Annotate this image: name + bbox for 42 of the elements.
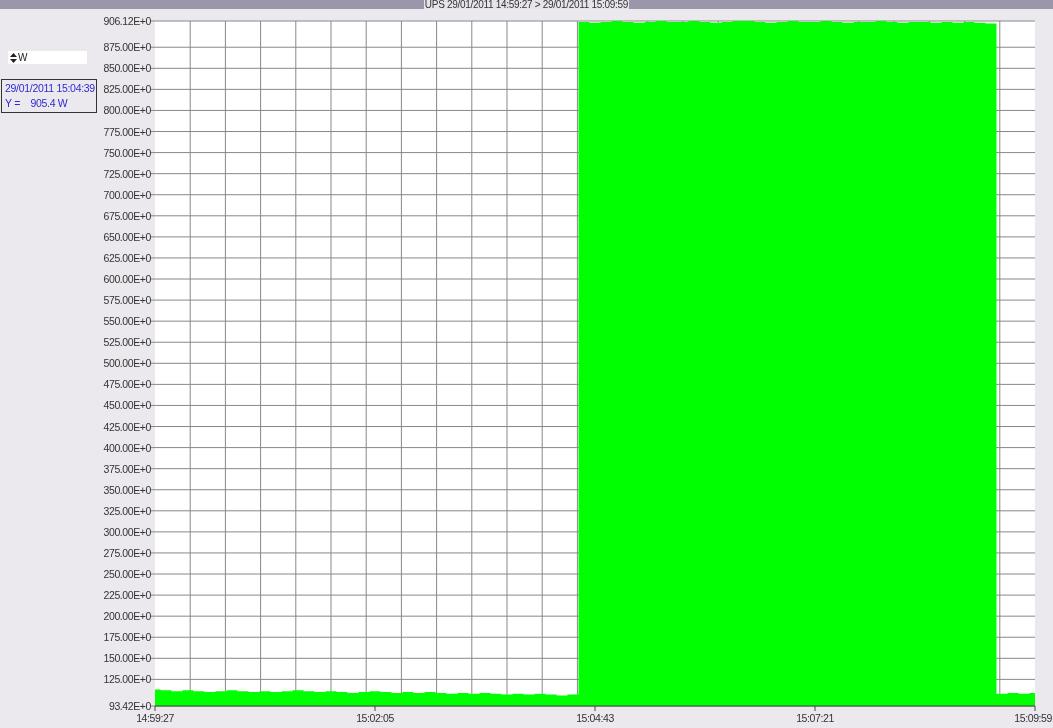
y-tick-label: 125.00E+0: [103, 673, 151, 686]
y-tick-label: 525.00E+0: [103, 336, 151, 349]
y-tick-label: 300.00E+0: [103, 525, 151, 538]
y-tick-label: 906.12E+0: [103, 15, 151, 27]
y-tick-label: 875.00E+0: [103, 41, 151, 54]
y-tick-label: 225.00E+0: [103, 589, 151, 602]
y-tick-label: 450.00E+0: [103, 399, 151, 412]
y-tick-label: 375.00E+0: [103, 462, 151, 475]
y-tick-label: 400.00E+0: [103, 441, 151, 454]
x-tick-label: 15:02:05: [356, 712, 394, 724]
y-tick-label: 550.00E+0: [103, 315, 151, 328]
x-tick-label: 15:07:21: [796, 712, 834, 724]
x-tick-label: 15:04:43: [576, 712, 614, 724]
y-tick-label: 575.00E+0: [103, 294, 151, 307]
y-tick-label: 825.00E+0: [103, 83, 151, 96]
y-tick-label: 650.00E+0: [103, 230, 151, 243]
up-down-arrows-icon: [10, 52, 17, 63]
y-tick-label: 250.00E+0: [103, 568, 151, 580]
x-tick-label: 14:59:27: [136, 712, 174, 724]
y-tick-label: 175.00E+0: [103, 631, 151, 644]
y-tick-label: 500.00E+0: [103, 357, 151, 370]
y-tick-label: 350.00E+0: [103, 483, 151, 496]
y-tick-label: 775.00E+0: [103, 125, 151, 138]
y-tick-label: 725.00E+0: [103, 167, 151, 180]
y-tick-label: 750.00E+0: [103, 146, 151, 159]
x-tick-label: 15:09:59: [1014, 712, 1052, 724]
y-tick-label: 275.00E+0: [103, 546, 151, 559]
y-tick-label: 675.00E+0: [103, 209, 151, 222]
y-tick-label: 625.00E+0: [103, 251, 151, 264]
y-tick-label: 800.00E+0: [103, 104, 151, 117]
y-tick-label: 200.00E+0: [103, 610, 151, 623]
window-title: UPS 29/01/2011 14:59:27 > 29/01/2011 15:09:59: [423, 0, 630, 9]
unit-selector[interactable]: W: [8, 51, 87, 64]
y-tick-label: 93.42E+0: [108, 700, 151, 712]
y-tick-label: 425.00E+0: [103, 420, 151, 433]
y-tick-label: 850.00E+0: [103, 62, 151, 75]
y-tick-label: 700.00E+0: [103, 188, 151, 201]
y-tick-label: 475.00E+0: [103, 378, 151, 391]
cursor-readout: 29/01/2011 15:04:39 Y = 905.4 W: [1, 79, 97, 113]
y-tick-label: 325.00E+0: [103, 504, 151, 517]
y-tick-label: 150.00E+0: [103, 652, 151, 665]
y-tick-label: 600.00E+0: [103, 273, 151, 285]
